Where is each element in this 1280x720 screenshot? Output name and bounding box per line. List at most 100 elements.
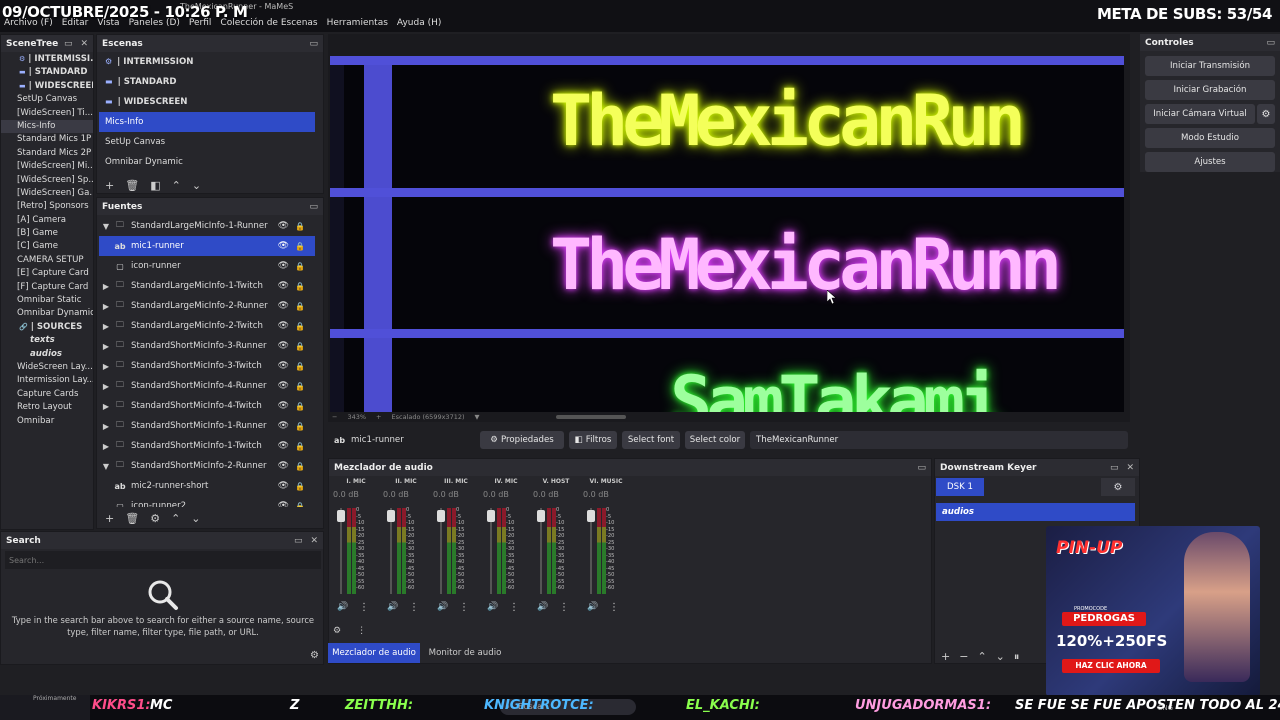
settings-icon[interactable]: ⚙	[310, 650, 319, 661]
filters-button[interactable]: ◧ Filtros	[569, 431, 617, 449]
tab-audio-mixer[interactable]: Mezclador de audio	[328, 643, 420, 663]
scene-item[interactable]: ▬ | STANDARD	[99, 72, 315, 92]
lock-icon[interactable]: 🔒	[295, 482, 305, 491]
ad-cta-button[interactable]: HAZ CLIC AHORA	[1062, 659, 1160, 673]
speaker-icon[interactable]: 🔊	[487, 602, 498, 612]
select-color-button[interactable]: Select color	[685, 431, 745, 449]
tab-audio-monitor[interactable]: Monitor de audio	[420, 643, 510, 663]
lock-icon[interactable]: 🔒	[295, 322, 305, 331]
menu-item[interactable]: Editar	[62, 18, 89, 28]
scenetree-item[interactable]: ▬ | STANDARD	[1, 66, 93, 79]
channel-menu-icon[interactable]: ⋮	[509, 602, 519, 613]
lock-icon[interactable]: 🔒	[295, 242, 305, 251]
expand-arrow-icon[interactable]: ▶	[99, 382, 113, 391]
visibility-eye-icon[interactable]: 👁	[278, 441, 289, 451]
visibility-eye-icon[interactable]: 👁	[278, 261, 289, 271]
ad-banner[interactable]: PIN-UP PROMOCODE PEDROGAS 120%+250FS HAZ…	[1046, 526, 1260, 696]
remove-source-icon[interactable]: 🗑	[125, 512, 139, 525]
scenetree-item[interactable]: CAMERA SETUP	[1, 254, 93, 267]
undock-icon[interactable]: ▭	[294, 536, 303, 546]
lock-icon[interactable]: 🔒	[295, 342, 305, 351]
speaker-icon[interactable]: 🔊	[337, 602, 348, 612]
virtual-camera-settings-icon[interactable]: ⚙	[1257, 104, 1275, 124]
lock-icon[interactable]: 🔒	[295, 502, 305, 508]
lock-icon[interactable]: 🔒	[295, 462, 305, 471]
visibility-eye-icon[interactable]: 👁	[278, 281, 289, 291]
scenetree-item[interactable]: [E] Capture Card	[1, 267, 93, 280]
source-item[interactable]: ▢ icon-runner 👁 🔒	[99, 256, 315, 276]
zoom-in-icon[interactable]: +	[376, 413, 381, 421]
collapse-arrow-icon[interactable]: ▼	[99, 222, 113, 231]
lock-icon[interactable]: 🔒	[295, 302, 305, 311]
lock-icon[interactable]: 🔒	[295, 362, 305, 371]
undock-icon[interactable]: ▭	[309, 202, 318, 212]
menu-item[interactable]: Archivo (F)	[4, 18, 53, 28]
channel-menu-icon[interactable]: ⋮	[409, 602, 419, 613]
scenetree-item[interactable]: [WideScreen] Ti...	[1, 107, 93, 120]
search-input[interactable]	[5, 551, 321, 569]
source-item[interactable]: ▢ icon-runner2 👁 🔒	[99, 496, 315, 507]
scenetree-item[interactable]: Capture Cards	[1, 388, 93, 401]
dsk-item[interactable]: audios	[936, 503, 1135, 521]
undock-icon[interactable]: ▭	[917, 463, 926, 473]
lock-icon[interactable]: 🔒	[295, 222, 305, 231]
scene-item[interactable]: ⚙ | INTERMISSION	[99, 52, 315, 72]
scenetree-item[interactable]: Retro Layout	[1, 401, 93, 414]
channel-menu-icon[interactable]: ⋮	[559, 602, 569, 613]
scene-item[interactable]: Mics-Info	[99, 112, 315, 132]
scenetree-item[interactable]: ⚙ | INTERMISSI...	[1, 53, 93, 66]
scene-item[interactable]: ▬ | WIDESCREEN	[99, 92, 315, 112]
expand-arrow-icon[interactable]: ▶	[99, 402, 113, 411]
visibility-eye-icon[interactable]: 👁	[278, 301, 289, 311]
close-icon[interactable]: ✕	[1126, 463, 1134, 473]
lock-icon[interactable]: 🔒	[295, 262, 305, 271]
menu-item[interactable]: Herramientas	[327, 18, 388, 28]
collapse-arrow-icon[interactable]: ▼	[99, 462, 113, 471]
source-item[interactable]: ▶ 🗀 StandardShortMicInfo-1-Runner 👁 🔒	[99, 416, 315, 436]
close-icon[interactable]: ✕	[310, 536, 318, 546]
scenetree-item[interactable]: Omnibar Dynamic	[1, 307, 93, 320]
move-down-icon[interactable]: ⌄	[996, 650, 1005, 664]
scenetree-item[interactable]: [F] Capture Card	[1, 281, 93, 294]
volume-slider-handle[interactable]	[437, 510, 445, 522]
remove-scene-icon[interactable]: 🗑	[125, 179, 139, 192]
source-item[interactable]: ▶ 🗀 StandardLargeMicInfo-2-Twitch 👁 🔒	[99, 316, 315, 336]
studio-mode-button[interactable]: Modo Estudio	[1145, 128, 1275, 148]
text-value-field[interactable]: TheMexicanRunner	[750, 431, 1128, 449]
start-recording-button[interactable]: Iniciar Grabación	[1145, 80, 1275, 100]
expand-arrow-icon[interactable]: ▶	[99, 282, 113, 291]
scenetree-item[interactable]: [WideScreen] Mi...	[1, 160, 93, 173]
dsk-settings-icon[interactable]: ⚙	[1101, 478, 1135, 496]
move-up-icon[interactable]: ⌃	[172, 179, 181, 192]
menu-item[interactable]: Ayuda (H)	[397, 18, 441, 28]
visibility-eye-icon[interactable]: 👁	[278, 321, 289, 331]
visibility-eye-icon[interactable]: 👁	[278, 421, 289, 431]
add-icon[interactable]: +	[941, 650, 950, 664]
source-item[interactable]: ▼ 🗀 StandardLargeMicInfo-1-Runner 👁 🔒	[99, 216, 315, 236]
mixer-menu-icon[interactable]: ⋮	[357, 626, 366, 636]
undock-icon[interactable]: ▭	[1110, 463, 1119, 473]
visibility-eye-icon[interactable]: 👁	[278, 481, 289, 491]
source-item[interactable]: ab mic2-runner-short 👁 🔒	[99, 476, 315, 496]
expand-arrow-icon[interactable]: ▶	[99, 362, 113, 371]
scenetree-item[interactable]: [WideScreen] Ga...	[1, 187, 93, 200]
menu-item[interactable]: Vista	[97, 18, 119, 28]
add-source-icon[interactable]: +	[105, 512, 114, 525]
source-item[interactable]: ab mic1-runner 👁 🔒	[99, 236, 315, 256]
visibility-eye-icon[interactable]: 👁	[278, 501, 289, 507]
channel-menu-icon[interactable]: ⋮	[459, 602, 469, 613]
undock-icon[interactable]: ▭	[64, 39, 73, 49]
scenetree-item[interactable]: Standard Mics 1P	[1, 133, 93, 146]
volume-slider-handle[interactable]	[487, 510, 495, 522]
channel-menu-icon[interactable]: ⋮	[359, 602, 369, 613]
source-item[interactable]: ▶ 🗀 StandardShortMicInfo-1-Twitch 👁 🔒	[99, 436, 315, 456]
speaker-icon[interactable]: 🔊	[537, 602, 548, 612]
expand-arrow-icon[interactable]: ▶	[99, 342, 113, 351]
scenetree-item[interactable]: [WideScreen] Sp...	[1, 174, 93, 187]
add-scene-icon[interactable]: +	[105, 179, 114, 192]
source-item[interactable]: ▶ 🗀 StandardLargeMicInfo-1-Twitch 👁 🔒	[99, 276, 315, 296]
settings-button[interactable]: Ajustes	[1145, 152, 1275, 172]
scenetree-item[interactable]: [B] Game	[1, 227, 93, 240]
scale-dropdown-icon[interactable]: ▼	[475, 413, 480, 421]
select-font-button[interactable]: Select font	[622, 431, 680, 449]
